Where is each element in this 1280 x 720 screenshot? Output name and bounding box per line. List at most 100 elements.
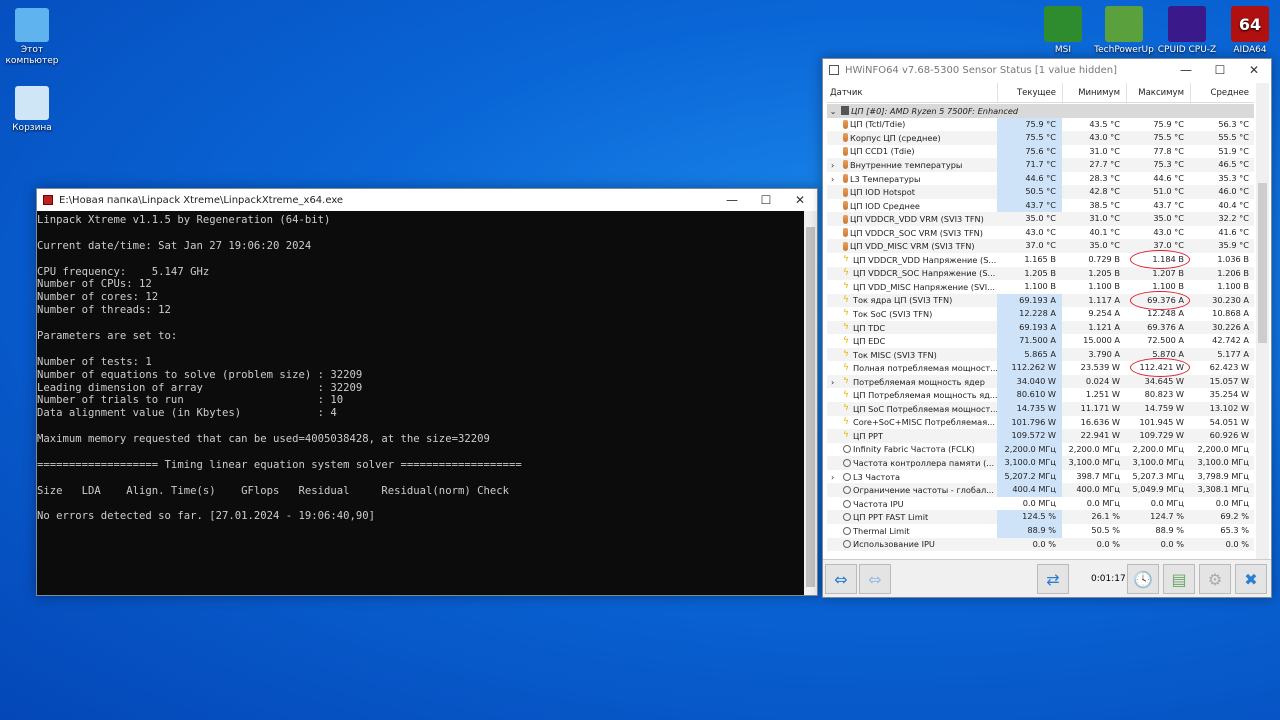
- linpack-console-window[interactable]: E:\Новая папка\Linpack Xtreme\LinpackXtr…: [36, 188, 818, 596]
- console-scrollbar[interactable]: [804, 211, 817, 595]
- hwinfo-sensor-window[interactable]: HWiNFO64 v7.68-5300 Sensor Status [1 val…: [822, 58, 1272, 598]
- column-minimum[interactable]: Минимум: [1062, 83, 1126, 103]
- sensor-row[interactable]: ϟ ЦП VDDCR_VDD Напряжение (S... 1.165 В …: [827, 250, 1254, 270]
- sensor-row[interactable]: ЦП VDDCR_SOC VRM (SVI3 TFN) 43.0 °C 40.1…: [827, 226, 1254, 240]
- sensor-scrollbar[interactable]: [1256, 83, 1269, 559]
- sensor-row[interactable]: ϟ ЦП VDDCR_SOC Напряжение (S... 1.205 В …: [827, 266, 1254, 281]
- expand-chevron-icon[interactable]: ›: [831, 160, 841, 170]
- clock-icon: [843, 513, 851, 522]
- close-button[interactable]: ✕: [1237, 63, 1271, 77]
- sensor-row[interactable]: Использование IPU 0.0 % 0.0 % 0.0 % 0.0 …: [827, 537, 1254, 552]
- minimum-value: 22.941 W: [1080, 430, 1120, 441]
- console-title-bar[interactable]: E:\Новая папка\Linpack Xtreme\LinpackXtr…: [37, 189, 817, 211]
- close-button[interactable]: ✕: [783, 193, 817, 207]
- sensor-row[interactable]: ϟ ЦП VDD_MISC Напряжение (SVI... 1.100 В…: [827, 280, 1254, 294]
- expand-chevron-icon[interactable]: ›: [831, 174, 841, 184]
- reset-timer-button[interactable]: 🕓: [1127, 564, 1159, 594]
- average-value: 30.230 A: [1212, 294, 1249, 305]
- minimum-value: 398.7 МГц: [1076, 470, 1120, 481]
- sensor-group-row[interactable]: ⌄ ЦП [#0]: AMD Ryzen 5 7500F: Enhanced: [827, 104, 1254, 118]
- console-line: Number of CPUs: 12: [37, 278, 152, 291]
- desktop-icon-msi[interactable]: MSI: [1031, 6, 1095, 56]
- average-value: 46.0 °C: [1218, 186, 1249, 197]
- sensor-row[interactable]: ЦП PPT FAST Limit 124.5 % 26.1 % 124.7 %…: [827, 510, 1254, 524]
- maximum-value: 34.645 W: [1144, 375, 1184, 386]
- close-sensors-button[interactable]: ✖: [1235, 564, 1267, 594]
- current-value: 1.100 В: [1024, 281, 1056, 292]
- maximum-value: 88.9 %: [1155, 524, 1184, 535]
- minimize-button[interactable]: —: [715, 193, 749, 207]
- maximize-button[interactable]: ☐: [1203, 63, 1237, 77]
- desktop-icon-cpuid-cpu-z[interactable]: CPUID CPU-Z: [1155, 6, 1219, 56]
- sensor-row[interactable]: ЦП VDDCR_VDD VRM (SVI3 TFN) 35.0 °C 31.0…: [827, 212, 1254, 226]
- maximize-button[interactable]: ☐: [749, 193, 783, 207]
- console-line: Number of equations to solve (problem si…: [37, 368, 363, 381]
- sensor-row[interactable]: ЦП CCD1 (Tdie) 75.6 °C 31.0 °C 77.8 °C 5…: [827, 144, 1254, 159]
- sensor-row[interactable]: ϟ Ток MISC (SVI3 TFN) 5.865 A 3.790 A 5.…: [827, 347, 1254, 362]
- console-line: Number of trials to run : 10: [37, 394, 344, 407]
- sensor-row[interactable]: ϟ Ток ядра ЦП (SVI3 TFN) 69.193 A 1.117 …: [827, 290, 1254, 310]
- minimum-value: 0.729 В: [1088, 254, 1120, 265]
- logging-button[interactable]: ▤: [1163, 564, 1195, 594]
- expand-chevron-icon[interactable]: ›: [831, 472, 841, 482]
- network-button[interactable]: ⇄: [1037, 564, 1069, 594]
- sensor-row[interactable]: ЦП IOD Среднее 43.7 °C 38.5 °C 43.7 °C 4…: [827, 198, 1254, 213]
- log-file-icon: ▤: [1171, 569, 1187, 589]
- collapse-columns-button[interactable]: ⇔: [859, 564, 891, 594]
- sensor-row[interactable]: › Внутренние температуры 71.7 °C 27.7 °C…: [827, 158, 1254, 172]
- sensor-label: Core+SoC+MISC Потребляемая...: [853, 417, 995, 428]
- lightning-icon: ϟ: [843, 376, 849, 387]
- average-value: 60.926 W: [1209, 430, 1249, 441]
- sensor-row[interactable]: ϟ ЦП PPT 109.572 W 22.941 W 109.729 W 60…: [827, 429, 1254, 443]
- expand-columns-button[interactable]: ⇔: [825, 564, 857, 594]
- clock-icon: 🕓: [1133, 569, 1153, 589]
- hwinfo-toolbar: ⇔ ⇔ ⇄ 0:01:17 🕓 ▤ ⚙ ✖: [823, 559, 1271, 597]
- sensor-label: ЦП PPT: [853, 430, 883, 441]
- sensor-row[interactable]: Частота IPU 0.0 МГц 0.0 МГц 0.0 МГц 0.0 …: [827, 497, 1254, 511]
- console-line: No errors detected so far. [27.01.2024 -…: [37, 510, 376, 523]
- collapse-chevron-icon[interactable]: ⌄: [827, 106, 839, 116]
- column-average[interactable]: Среднее: [1190, 83, 1255, 103]
- sensor-row[interactable]: Infinity Fabric Частота (FCLK) 2,200.0 М…: [827, 442, 1254, 457]
- sensor-row[interactable]: ЦП (Tctl/Tdie) 75.9 °C 43.5 °C 75.9 °C 5…: [827, 117, 1254, 132]
- sensor-row[interactable]: Ограничение частоты - глобал... 400.4 МГ…: [827, 483, 1254, 497]
- sensor-row[interactable]: ЦП VDD_MISC VRM (SVI3 TFN) 37.0 °C 35.0 …: [827, 239, 1254, 254]
- column-sensor[interactable]: Датчик: [827, 83, 997, 103]
- sensor-row[interactable]: › L3 Частота 5,207.2 МГц 398.7 МГц 5,207…: [827, 469, 1254, 484]
- clock-icon: [843, 499, 851, 508]
- settings-button[interactable]: ⚙: [1199, 564, 1231, 594]
- column-current[interactable]: Текущее: [997, 83, 1062, 103]
- elapsed-timer: 0:01:17: [1091, 574, 1126, 584]
- current-value: 75.9 °C: [997, 117, 1062, 132]
- sensor-label: ЦП VDDCR_SOC Напряжение (S...: [853, 268, 996, 279]
- sensor-row[interactable]: ϟ Полная потребляемая мощност... 112.262…: [827, 358, 1254, 378]
- sensor-label: ЦП IOD Hotspot: [850, 187, 915, 198]
- desktop-icon-techpowerup[interactable]: TechPowerUp: [1092, 6, 1156, 56]
- maximum-value: 69.376 A: [1147, 321, 1184, 332]
- sensor-row[interactable]: ϟ Core+SoC+MISC Потребляемая... 101.796 …: [827, 415, 1254, 430]
- desktop-icon-1[interactable]: Корзина: [0, 86, 64, 134]
- sensor-label: ЦП VDD_MISC VRM (SVI3 TFN): [850, 241, 975, 252]
- sensor-row[interactable]: ϟ ЦП SoC Потребляемая мощност... 14.735 …: [827, 402, 1254, 416]
- minimize-button[interactable]: —: [1169, 63, 1203, 77]
- desktop-icon-0[interactable]: Этот компьютер: [0, 8, 64, 67]
- hwinfo-title-bar[interactable]: HWiNFO64 v7.68-5300 Sensor Status [1 val…: [823, 59, 1271, 81]
- column-maximum[interactable]: Максимум: [1126, 83, 1190, 103]
- sensor-label: ЦП VDD_MISC Напряжение (SVI...: [853, 281, 996, 292]
- sensor-row[interactable]: ЦП IOD Hotspot 50.5 °C 42.8 °C 51.0 °C 4…: [827, 185, 1254, 199]
- desktop-icon-aida64[interactable]: 64 AIDA64: [1218, 6, 1280, 56]
- sensor-row[interactable]: › L3 Температуры 44.6 °C 28.3 °C 44.6 °C…: [827, 171, 1254, 186]
- sensor-row[interactable]: Корпус ЦП (среднее) 75.5 °C 43.0 °C 75.5…: [827, 131, 1254, 145]
- sensor-row[interactable]: Thermal Limit 88.9 % 50.5 % 88.9 % 65.3 …: [827, 523, 1254, 538]
- sensor-row[interactable]: ϟ ЦП Потребляемая мощность яд... 80.610 …: [827, 388, 1254, 403]
- sensor-row[interactable]: Частота контроллера памяти (... 3,100.0 …: [827, 456, 1254, 470]
- maximum-value: 3,100.0 МГц: [1132, 457, 1184, 468]
- current-value: 3,100.0 МГц: [997, 456, 1062, 470]
- sensor-row[interactable]: ϟ ЦП TDC 69.193 A 1.121 A 69.376 A 30.22…: [827, 320, 1254, 335]
- sensor-row[interactable]: ϟ ЦП EDC 71.500 A 15.000 A 72.500 A 42.7…: [827, 334, 1254, 348]
- expand-chevron-icon[interactable]: ›: [831, 377, 841, 387]
- current-value: 2,200.0 МГц: [997, 442, 1062, 457]
- minimum-value: 38.5 °C: [1089, 199, 1120, 210]
- sensor-row[interactable]: › ϟ Потребляемая мощность ядер 34.040 W …: [827, 374, 1254, 389]
- sensor-row[interactable]: ϟ Ток SoC (SVI3 TFN) 12.228 A 9.254 A 12…: [827, 307, 1254, 321]
